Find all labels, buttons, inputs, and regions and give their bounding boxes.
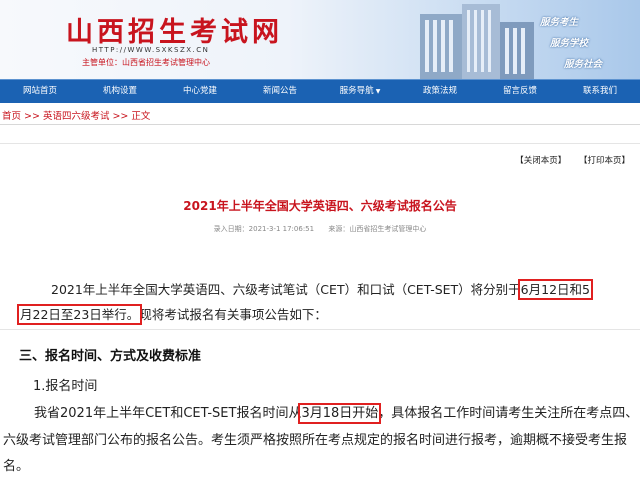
nav-party-building[interactable]: 中心党建 — [160, 80, 240, 103]
slogan-students: 服务考生 — [540, 17, 579, 28]
site-sponsor: 主管单位：山西省招生考试管理中心 — [82, 58, 210, 67]
registration-text: 我省2021年上半年CET和CET-SET报名时间从 — [34, 406, 302, 421]
article-card: 【关闭本页】 【打印本页】 2021年上半年全国大学英语四、六级考试报名公告 录… — [0, 143, 640, 330]
intro-text: 2021年上半年全国大学英语四、六级考试笔试（CET）和口试（CET-SET）将… — [51, 282, 521, 297]
main-nav: 网站首页 机构设置 中心党建 新闻公告 服务导航 ▼ 政策法规 留言反馈 联系我们 — [0, 79, 640, 103]
article-source: 来源：山西省招生考试管理中心 — [328, 225, 427, 233]
section-registration: 三、报名时间、方式及收费标准 1.报名时间 我省2021年上半年CET和CET-… — [0, 340, 640, 501]
registration-paragraph: 我省2021年上半年CET和CET-SET报名时间从3月18日开始，具体报名工作… — [3, 401, 639, 481]
registration-date-highlight: 3月18日开始 — [298, 403, 382, 424]
article-actions: 【关闭本页】 【打印本页】 — [505, 154, 630, 166]
breadcrumb: 首页 >> 英语四六级考试 >> 正文 — [2, 108, 150, 122]
nav-feedback[interactable]: 留言反馈 — [480, 80, 560, 103]
exam-date-highlight: 月22日至23日举行。 — [16, 304, 143, 325]
article-date: 录入日期：2021-3-1 17:06:51 — [213, 225, 315, 233]
nav-service-guide[interactable]: 服务导航 ▼ — [320, 80, 400, 103]
breadcrumb-separator: >> — [112, 111, 129, 122]
site-url: HTTP://WWW.SXKSZX.CN — [92, 46, 210, 54]
chevron-down-icon: ▼ — [375, 88, 381, 95]
breadcrumb-current: 正文 — [131, 111, 151, 122]
site-title[interactable]: 山西招生考试网 — [66, 10, 283, 49]
article-intro-paragraph: 2021年上半年全国大学英语四、六级考试笔试（CET）和口试（CET-SET）将… — [16, 277, 638, 327]
site-banner: 山西招生考试网 HTTP://WWW.SXKSZX.CN 主管单位：山西省招生考… — [0, 0, 640, 79]
section-title: 三、报名时间、方式及收费标准 — [19, 349, 202, 364]
slogan-society: 服务社会 — [564, 59, 603, 70]
breadcrumb-separator: >> — [24, 111, 40, 122]
subsection-title: 1.报名时间 — [33, 379, 98, 394]
nav-news[interactable]: 新闻公告 — [240, 80, 320, 103]
nav-organization[interactable]: 机构设置 — [80, 80, 160, 103]
nav-policies[interactable]: 政策法规 — [400, 80, 480, 103]
nav-home[interactable]: 网站首页 — [0, 80, 80, 103]
article-title: 2021年上半年全国大学英语四、六级考试报名公告 — [183, 199, 457, 213]
breadcrumb-cet[interactable]: 英语四六级考试 — [43, 111, 110, 122]
slogans: 服务考生 服务学校 服务社会 — [540, 14, 630, 77]
close-page-button[interactable]: 【关闭本页】 — [515, 156, 566, 166]
exam-date-highlight: 6月12日和5 — [517, 279, 593, 300]
slogan-schools: 服务学校 — [550, 38, 589, 49]
divider — [0, 124, 640, 125]
building-illustration — [420, 4, 534, 79]
print-page-button[interactable]: 【打印本页】 — [579, 156, 630, 166]
article-meta: 录入日期：2021-3-1 17:06:51 来源：山西省招生考试管理中心 — [0, 224, 640, 234]
nav-contact[interactable]: 联系我们 — [560, 80, 640, 103]
breadcrumb-home[interactable]: 首页 — [2, 111, 21, 122]
intro-text: 现将考试报名有关事项公告如下： — [139, 307, 327, 322]
